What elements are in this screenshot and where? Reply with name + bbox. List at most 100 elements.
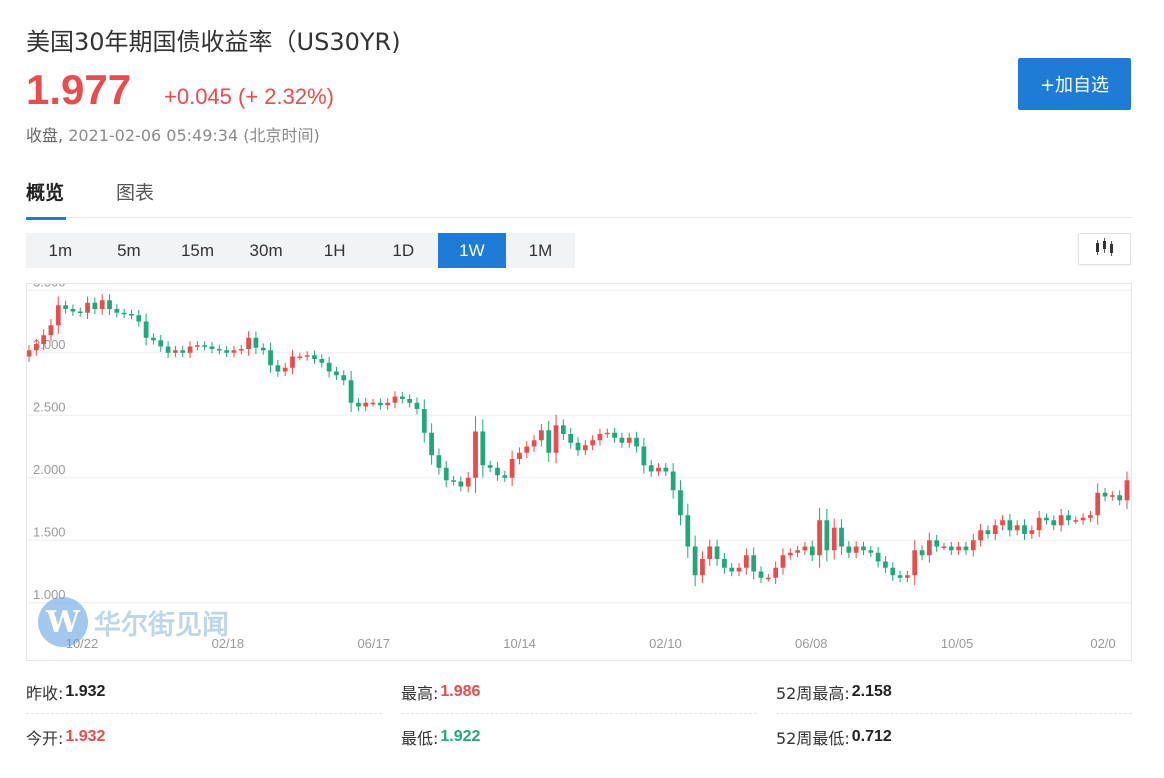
candle-body (1051, 520, 1057, 526)
candle-body (363, 402, 369, 407)
candle-body (180, 350, 186, 353)
candle-body (246, 337, 251, 349)
period-1mo[interactable]: 1M (506, 233, 575, 268)
candle-body (634, 437, 639, 447)
candle-body (385, 402, 391, 406)
candle-body (407, 399, 413, 403)
chart-type-button[interactable] (1078, 233, 1131, 265)
candle-body (861, 546, 866, 551)
candle-body (194, 345, 200, 347)
candle-body (604, 432, 610, 435)
stat-52w-high: 52周最高: 2.158 (776, 670, 1132, 714)
x-tick-label: 06/17 (357, 636, 390, 651)
period-1w[interactable]: 1W (437, 233, 507, 268)
candle-body (1029, 530, 1035, 534)
candle-body (27, 350, 32, 357)
candle-body (312, 355, 317, 359)
candle-body (780, 555, 786, 568)
candle-body (546, 430, 552, 453)
candle-body (63, 305, 68, 309)
candle-body (890, 567, 896, 576)
candle-body (377, 402, 383, 406)
candle-body (678, 490, 683, 516)
candle-body (480, 431, 486, 466)
stat-label: 今开: (26, 729, 64, 748)
watermark-text: 华尔街见闻 (94, 609, 229, 641)
candle-body (282, 367, 288, 372)
stat-value: 1.932 (65, 728, 106, 745)
candle-body (568, 434, 574, 443)
candle-body (253, 337, 259, 348)
candle-body (1095, 492, 1101, 516)
candle-body (839, 527, 844, 547)
x-tick-label: 06/08 (795, 636, 828, 651)
candle-body (992, 525, 998, 534)
stat-label: 52周最低: (776, 729, 850, 748)
candle-body (487, 465, 493, 468)
period-5m[interactable]: 5m (95, 233, 164, 268)
watermark: W 华尔街见闻 (38, 597, 229, 647)
candle-body (948, 546, 954, 551)
candle-body (209, 346, 215, 349)
candle-body (670, 471, 676, 491)
candle-body (458, 481, 464, 487)
candle-body (41, 335, 47, 344)
timestamp: 2021-02-06 05:49:34 (68, 126, 239, 145)
candle-body (590, 440, 596, 446)
add-to-watchlist-button[interactable]: +加自选 (1018, 58, 1131, 110)
candle-body (143, 321, 149, 338)
tab-overview[interactable]: 概览 (26, 178, 67, 220)
candle-body (795, 550, 800, 553)
candle-body (1022, 525, 1027, 534)
x-tick-label: 02/10 (649, 636, 682, 651)
candle-body (158, 340, 164, 347)
candle-body (736, 567, 742, 572)
watermark-logo: W (38, 597, 88, 647)
candle-body (1066, 515, 1071, 521)
candle-body (216, 349, 222, 351)
stat-value: 0.712 (851, 728, 892, 745)
period-1h[interactable]: 1H (300, 233, 369, 268)
candle-body (326, 362, 332, 372)
candle-body (421, 409, 427, 433)
candle-body (173, 350, 178, 353)
candle-body (831, 527, 837, 551)
period-1m[interactable]: 1m (26, 233, 95, 268)
stat-label: 52周最高: (776, 683, 850, 703)
period-1d[interactable]: 1D (369, 233, 438, 268)
candle-body (817, 520, 822, 556)
candle-body (1088, 515, 1093, 518)
candle-body (824, 520, 830, 551)
candle-body (443, 467, 449, 481)
timezone: (北京时间) (243, 126, 320, 145)
candle-body (70, 309, 76, 312)
candle-body (85, 302, 90, 313)
candle-body (692, 546, 698, 576)
candle-body (1000, 520, 1005, 526)
candle-body (436, 455, 442, 468)
candle-body (297, 356, 303, 358)
candle-body (48, 325, 54, 336)
candle-body (985, 530, 991, 534)
candle-body (926, 540, 932, 556)
candle-body (370, 402, 376, 405)
candle-body (356, 402, 361, 407)
candle-body (55, 305, 61, 326)
period-15m[interactable]: 15m (163, 233, 232, 268)
candle-body (553, 425, 559, 453)
candle-body (260, 347, 266, 351)
stat-value: 1.922 (440, 728, 481, 745)
candle-body (868, 550, 874, 553)
tab-chart[interactable]: 图表 (116, 178, 154, 205)
candle-body (700, 559, 705, 576)
candle-body (399, 396, 405, 399)
candle-body (517, 452, 522, 459)
candle-body (802, 546, 808, 551)
candle-body (758, 571, 764, 578)
candle-body (846, 546, 852, 553)
candle-body (560, 425, 566, 434)
period-30m[interactable]: 30m (232, 233, 301, 268)
price-change: +0.045 (+ 2.32%) (164, 84, 335, 109)
candle-body (319, 359, 325, 363)
candle-body (151, 337, 156, 341)
